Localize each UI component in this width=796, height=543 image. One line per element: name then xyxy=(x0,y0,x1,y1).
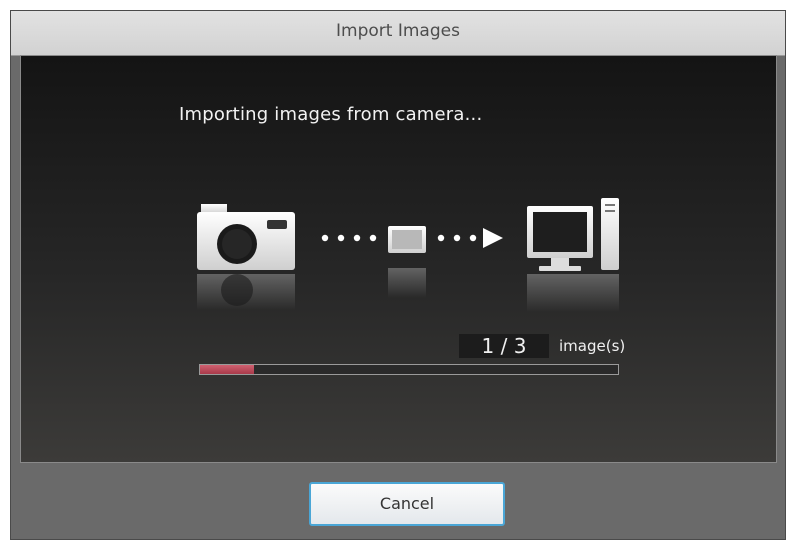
progress-bar xyxy=(199,364,619,375)
transfer-dots xyxy=(321,234,377,242)
cancel-button[interactable]: Cancel xyxy=(309,482,505,526)
import-panel: Importing images from camera... 1 / 3 im… xyxy=(20,55,777,463)
image-thumbnail-icon xyxy=(388,226,426,298)
title-bar: Import Images xyxy=(11,11,785,56)
dialog-title: Import Images xyxy=(336,21,460,41)
image-counter: 1 / 3 xyxy=(459,334,549,358)
image-unit-label: image(s) xyxy=(559,337,626,355)
import-illustration xyxy=(197,198,619,312)
status-message: Importing images from camera... xyxy=(179,104,483,125)
computer-icon xyxy=(527,198,619,312)
import-dialog: Import Images Importing images from came… xyxy=(10,10,786,540)
progress-bar-fill xyxy=(200,365,255,374)
camera-icon xyxy=(197,204,295,310)
arrow-right-icon xyxy=(437,228,503,248)
